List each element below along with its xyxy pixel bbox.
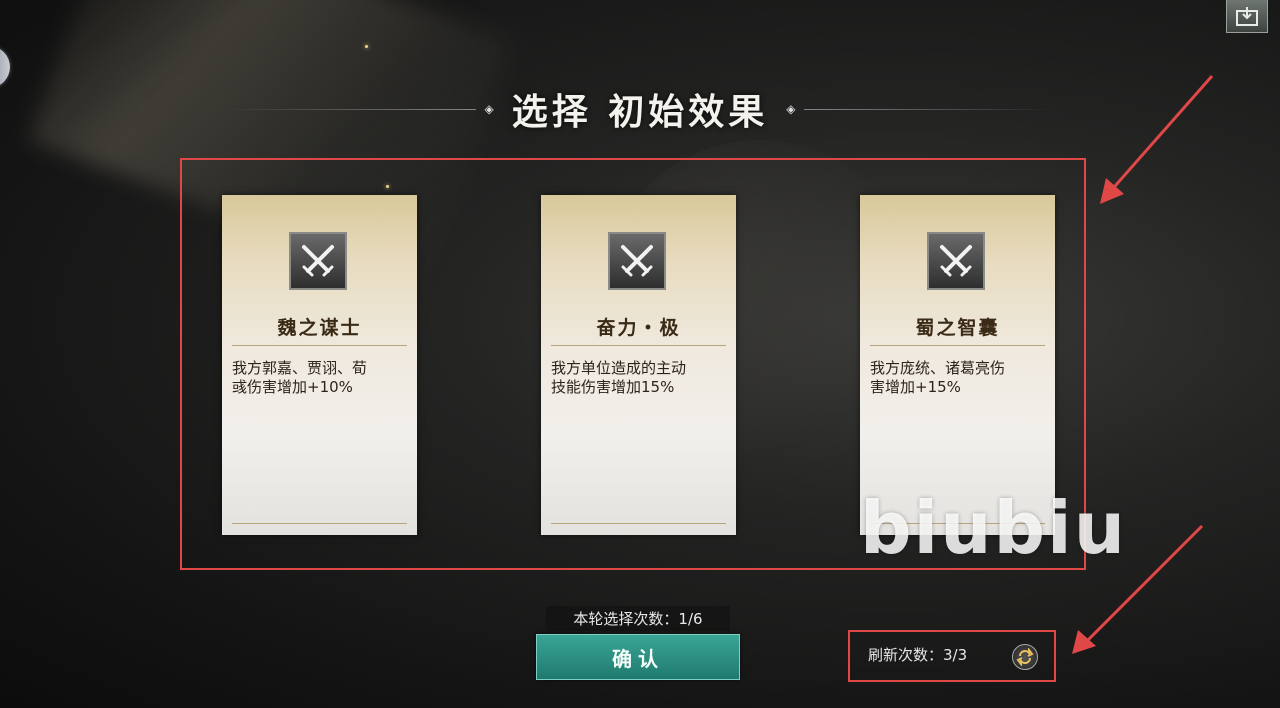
card-description-line: 彧伤害增加+10% bbox=[232, 378, 353, 396]
crossed-swords-icon bbox=[289, 232, 347, 290]
round-selection-count: 本轮选择次数：1/6 bbox=[546, 606, 730, 631]
title-divider-right bbox=[803, 108, 1054, 110]
page-title-row: ◈ 选择 初始效果 ◈ bbox=[200, 84, 1080, 134]
sparkle bbox=[365, 45, 368, 48]
page-title: 选择 初始效果 bbox=[511, 91, 769, 133]
refresh-count: 刷新次数：3/3 bbox=[868, 646, 968, 664]
effect-card-1[interactable]: 魏之谋士 我方郭嘉、贾诩、荀 彧伤害增加+10% bbox=[222, 195, 417, 535]
card-divider bbox=[232, 345, 407, 346]
effect-card-3[interactable]: 蜀之智囊 我方庞统、诸葛亮伤 害增加+15% bbox=[860, 195, 1055, 535]
card-description-line: 害增加+15% bbox=[870, 378, 961, 396]
card-description: 我方郭嘉、贾诩、荀 彧伤害增加+10% bbox=[232, 359, 412, 397]
share-button[interactable] bbox=[1226, 0, 1268, 33]
title-divider-left bbox=[226, 108, 477, 110]
annotation-arrow-icon bbox=[1100, 75, 1214, 204]
side-tab-button[interactable] bbox=[0, 46, 10, 88]
annotation-arrow-icon bbox=[1072, 524, 1204, 654]
card-description: 我方单位造成的主动 技能伤害增加15% bbox=[551, 359, 731, 397]
refresh-button[interactable] bbox=[1012, 644, 1038, 670]
effect-card-2[interactable]: 奋力・极 我方单位造成的主动 技能伤害增加15% bbox=[541, 195, 736, 535]
card-title: 奋力・极 bbox=[596, 317, 681, 339]
card-title: 蜀之智囊 bbox=[915, 317, 1000, 339]
confirm-button[interactable]: 确认 bbox=[536, 634, 740, 680]
card-divider bbox=[232, 523, 407, 524]
card-description-line: 技能伤害增加15% bbox=[551, 378, 675, 396]
card-divider bbox=[870, 345, 1045, 346]
card-title: 魏之谋士 bbox=[277, 317, 362, 339]
card-divider bbox=[551, 345, 726, 346]
crossed-swords-icon bbox=[927, 232, 985, 290]
card-divider bbox=[551, 523, 726, 524]
diamond-ornament-icon: ◈ bbox=[484, 102, 494, 116]
diamond-ornament-icon: ◈ bbox=[786, 102, 796, 116]
card-description-line: 我方单位造成的主动 bbox=[551, 359, 687, 377]
share-icon bbox=[1236, 7, 1258, 26]
refresh-icon bbox=[1016, 648, 1034, 666]
card-description-line: 我方郭嘉、贾诩、荀 bbox=[232, 359, 368, 377]
card-description: 我方庞统、诸葛亮伤 害增加+15% bbox=[870, 359, 1050, 397]
card-description-line: 我方庞统、诸葛亮伤 bbox=[870, 359, 1006, 377]
crossed-swords-icon bbox=[608, 232, 666, 290]
